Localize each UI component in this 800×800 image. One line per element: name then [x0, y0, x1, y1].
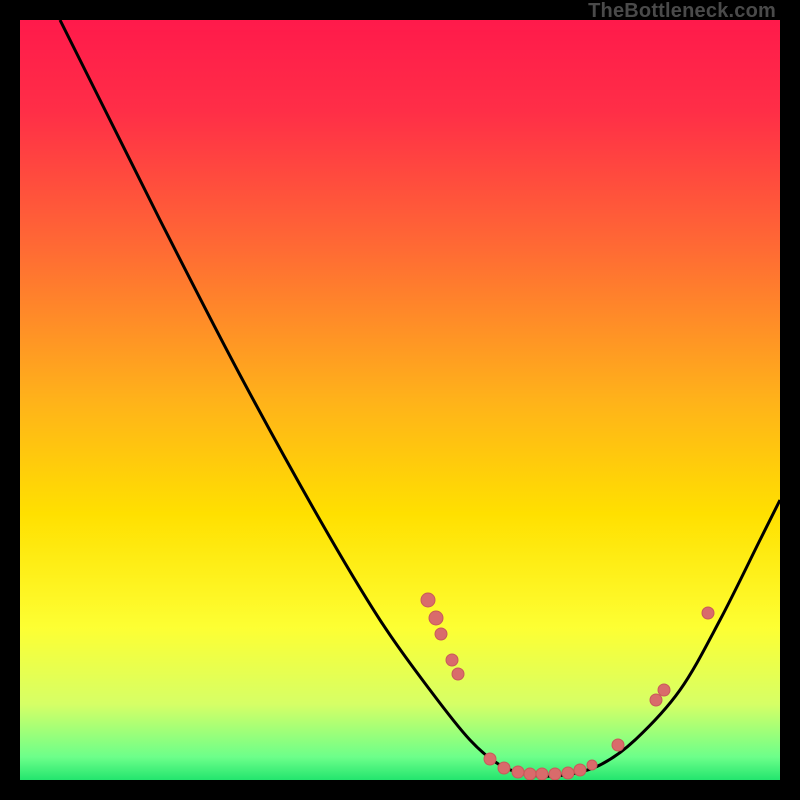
data-point: [421, 593, 435, 607]
data-point: [429, 611, 443, 625]
data-point: [452, 668, 464, 680]
data-point: [658, 684, 670, 696]
data-point: [702, 607, 714, 619]
data-point: [587, 760, 597, 770]
chart-frame: [20, 20, 780, 780]
data-point: [498, 762, 510, 774]
chart-background: [20, 20, 780, 780]
data-point: [512, 766, 524, 778]
data-point: [536, 768, 548, 780]
data-point: [435, 628, 447, 640]
data-point: [446, 654, 458, 666]
data-point: [574, 764, 586, 776]
data-point: [650, 694, 662, 706]
data-point: [562, 767, 574, 779]
data-point: [484, 753, 496, 765]
watermark-text: TheBottleneck.com: [588, 0, 776, 23]
bottleneck-chart: [20, 20, 780, 780]
data-point: [524, 768, 536, 780]
data-point: [612, 739, 624, 751]
data-point: [549, 768, 561, 780]
